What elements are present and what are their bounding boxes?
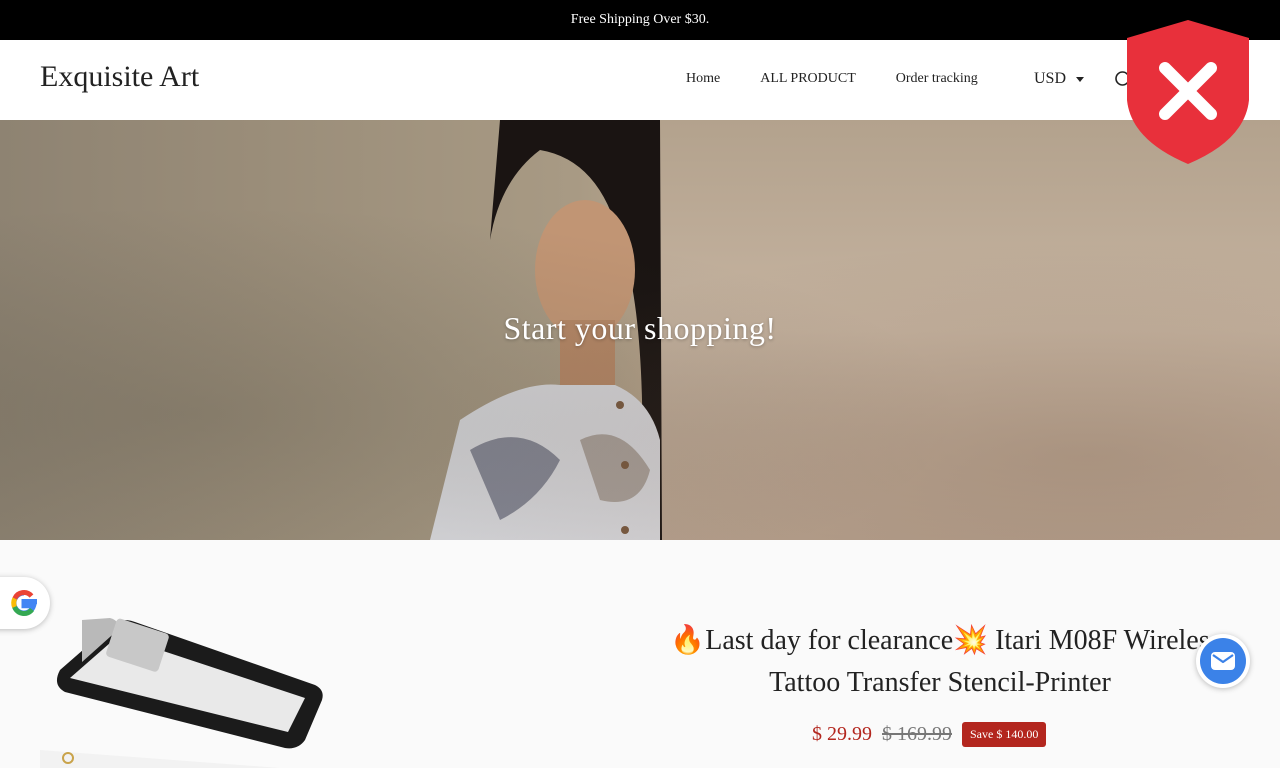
hero-title: Start your shopping!: [503, 310, 777, 346]
product-title-line1: 🔥Last day for clearance💥 Itari M08F Wire…: [670, 625, 1210, 656]
main-nav: Home ALL PRODUCT Order tracking: [686, 71, 978, 87]
google-icon: [11, 590, 37, 617]
price-row: $ 29.99 $ 169.99 Save $ 140.00: [812, 722, 1047, 747]
announcement-text: Free Shipping Over $30.: [570, 12, 710, 27]
nav-home[interactable]: Home: [686, 71, 720, 87]
caret-down-icon: [1076, 76, 1085, 82]
product-case-image: [40, 618, 323, 768]
hero-banner: Start your shopping!: [0, 120, 1280, 540]
currency-selector[interactable]: USD: [1034, 70, 1085, 88]
save-badge: Save $ 140.00: [962, 722, 1047, 747]
mail-button[interactable]: [1196, 634, 1250, 688]
product-compare-price: $ 169.99: [882, 723, 952, 745]
product-image[interactable]: [40, 600, 340, 768]
announcement-bar: Free Shipping Over $30.: [0, 0, 1280, 40]
nav-order-tracking[interactable]: Order tracking: [896, 71, 978, 87]
product-price: $ 29.99: [812, 723, 872, 745]
site-logo[interactable]: Exquisite Art: [40, 60, 199, 94]
nav-all-product[interactable]: ALL PRODUCT: [760, 71, 856, 87]
shield-close-icon[interactable]: [1127, 20, 1249, 164]
currency-label: USD: [1034, 70, 1067, 87]
mail-icon: [1200, 638, 1246, 684]
site-header: Exquisite Art Home ALL PRODUCT Order tra…: [0, 40, 1280, 120]
product-title[interactable]: 🔥Last day for clearance💥 Itari M08F Wire…: [620, 620, 1260, 704]
product-title-line2: Tattoo Transfer Stencil-Printer: [769, 667, 1111, 698]
